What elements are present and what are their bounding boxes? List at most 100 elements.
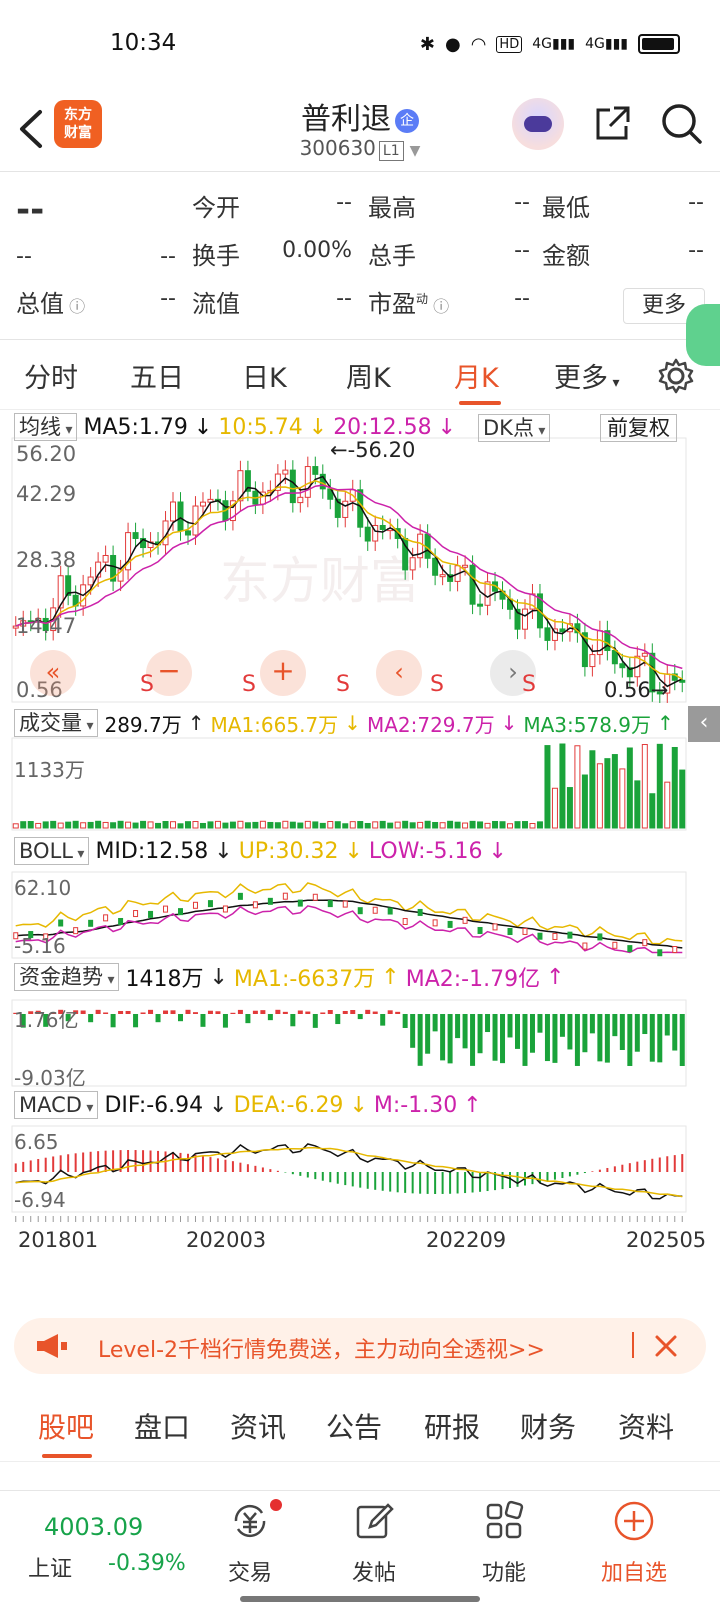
ai-robot-icon[interactable]	[512, 98, 564, 150]
search-icon[interactable]	[660, 102, 704, 146]
boll-candle	[118, 917, 124, 925]
adjust-mode-button[interactable]: 前复权	[600, 414, 677, 442]
tab-finance[interactable]: 财务	[520, 1406, 576, 1446]
volume-bar	[65, 821, 72, 829]
tab-more[interactable]: 更多 ▾	[554, 356, 619, 395]
ma-selector[interactable]: 均线	[14, 413, 78, 441]
dk-point-button[interactable]: DK点	[478, 414, 551, 442]
candle-body	[102, 554, 109, 563]
fund-bar	[544, 1014, 550, 1062]
volume-selector[interactable]: 成交量	[14, 709, 99, 737]
fund-bar	[170, 1010, 176, 1014]
volume-bar	[619, 768, 626, 829]
boll-candle	[327, 900, 333, 908]
active-tab-indicator	[459, 401, 501, 405]
volume-bar	[492, 820, 499, 829]
macd-dif: DIF:-6.94	[104, 1092, 204, 1118]
nav-functions[interactable]: 功能	[454, 1499, 554, 1587]
boll-candle	[642, 939, 648, 947]
volume-bar	[447, 820, 454, 829]
volume-bar	[110, 822, 117, 829]
boll-selector[interactable]: BOLL	[14, 837, 90, 865]
open-label: 今开	[192, 194, 240, 222]
volume-bar	[259, 820, 266, 829]
sh-index-value[interactable]: 4003.09	[44, 1513, 143, 1541]
fund-bar	[440, 1014, 446, 1061]
kline-chart[interactable]: 东方财富 均线 MA5:1.79↓ 10:5.74↓ 20:12.58↓ DK点…	[0, 410, 720, 1280]
settings-gear-icon[interactable]	[658, 358, 694, 394]
volume-bar	[349, 821, 356, 829]
sh-index-name: 上证	[28, 1557, 73, 1582]
volume-bar	[364, 822, 371, 829]
volume-bar	[342, 823, 349, 829]
low-marker: 0.56→	[604, 678, 669, 702]
close-icon[interactable]	[654, 1334, 678, 1358]
candle-body	[484, 581, 491, 606]
macd-selector[interactable]: MACD	[14, 1091, 99, 1119]
collapse-panel-button[interactable]: ‹	[688, 706, 720, 742]
fund-bar	[178, 1014, 183, 1022]
scroll-left-button[interactable]: ‹	[376, 650, 422, 696]
boll-candle	[507, 928, 513, 936]
candle-body	[192, 505, 199, 536]
period-tabs: 分时 五日 日K 周K 月K 更多 ▾	[0, 340, 720, 410]
grid-icon	[486, 1500, 524, 1539]
volume-bar	[469, 820, 476, 829]
volume-bar	[417, 821, 424, 829]
volume-bar	[229, 821, 236, 829]
pe-label[interactable]: 市盈动 ⓘ	[368, 284, 449, 319]
amount-value: --	[688, 238, 704, 263]
date-label-3: 202209	[426, 1228, 507, 1252]
candle-body	[132, 532, 139, 539]
tab-five-day[interactable]: 五日	[130, 356, 184, 395]
tab-announcements[interactable]: 公告	[326, 1406, 382, 1446]
tab-news[interactable]: 资讯	[230, 1406, 286, 1446]
scroll-start-button[interactable]: «	[30, 650, 76, 696]
volume-bar	[514, 821, 521, 829]
tab-profile[interactable]: 资料	[618, 1406, 674, 1446]
market-cap-label[interactable]: 总值 ⓘ	[16, 284, 85, 319]
tab-forum[interactable]: 股吧	[38, 1406, 94, 1446]
high-label: 最高	[368, 194, 416, 222]
zoom-in-button[interactable]: +	[260, 650, 306, 696]
status-time: 10:34	[110, 30, 177, 56]
price-axis-3: 28.38	[16, 548, 77, 572]
chevron-down-icon: ▼	[409, 143, 421, 159]
volume-bar	[282, 820, 289, 829]
volume-bar	[679, 769, 686, 829]
tab-research[interactable]: 研报	[424, 1406, 480, 1446]
boll-candle	[103, 914, 109, 922]
nav-add-watchlist[interactable]: 加自选	[584, 1499, 684, 1587]
tab-weekly-k[interactable]: 周K	[346, 356, 391, 395]
tab-daily-k[interactable]: 日K	[242, 356, 287, 395]
volume-bar	[484, 822, 491, 829]
fund-selector[interactable]: 资金趋势	[14, 963, 120, 991]
last-price: --	[16, 190, 45, 230]
boll-candle	[342, 900, 348, 908]
volume-indicator-row: 成交量 289.7万↑ MA1:665.7万↓ MA2:729.7万↓ MA3:…	[14, 708, 674, 738]
fund-bar	[103, 1012, 109, 1014]
share-icon[interactable]	[592, 104, 632, 144]
boll-candle	[148, 910, 154, 918]
nav-trade[interactable]: 交易	[200, 1499, 300, 1587]
fund-bar	[612, 1014, 618, 1037]
tab-orderbook[interactable]: 盘口	[134, 1406, 190, 1446]
open-value: --	[336, 190, 352, 215]
nav-post[interactable]: 发帖	[324, 1499, 424, 1587]
fund-bar	[582, 1014, 588, 1053]
fund-bar	[267, 1014, 273, 1021]
fund-bar	[200, 1014, 206, 1027]
tab-intraday[interactable]: 分时	[24, 356, 78, 395]
candle-body	[462, 564, 469, 568]
fund-bar	[282, 1011, 288, 1014]
volume-ma1: MA1:665.7万	[210, 712, 339, 737]
volume-bar	[536, 821, 543, 829]
candle-body	[282, 469, 289, 475]
tab-monthly-k[interactable]: 月K	[454, 356, 499, 395]
quote-panel: -- -- -- 今开 -- 最高 -- 最低 -- 换手 0.00% 总手 -…	[0, 172, 720, 340]
candle-body	[641, 652, 648, 657]
fund-bar	[80, 1010, 86, 1014]
ma5-value: MA5:1.79	[83, 414, 188, 440]
level2-promo-banner[interactable]: Level-2千档行情免费送，主力动向全透视>>	[14, 1318, 706, 1374]
volume-bar	[604, 758, 611, 829]
